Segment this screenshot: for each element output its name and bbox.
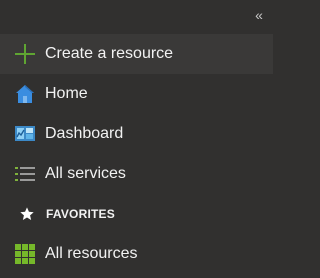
sidebar-item-label: Home	[45, 85, 88, 102]
home-icon	[14, 83, 36, 105]
sidebar: « Create a resource Home Dashboard All s…	[0, 0, 273, 278]
grid-icon	[14, 243, 36, 265]
sidebar-item-label: Create a resource	[45, 45, 174, 62]
sidebar-menu: Create a resource Home Dashboard All ser…	[0, 34, 273, 274]
plus-icon	[14, 43, 36, 65]
sidebar-item-all-services[interactable]: All services	[0, 154, 273, 194]
sidebar-item-label: All resources	[45, 245, 138, 262]
dashboard-icon	[14, 123, 36, 145]
sidebar-item-home[interactable]: Home	[0, 74, 273, 114]
sidebar-item-label: Dashboard	[45, 125, 124, 142]
favorites-label: FAVORITES	[46, 207, 115, 221]
sidebar-item-create-resource[interactable]: Create a resource	[0, 34, 273, 74]
list-icon	[14, 163, 36, 185]
star-icon	[18, 205, 36, 223]
sidebar-item-dashboard[interactable]: Dashboard	[0, 114, 273, 154]
collapse-sidebar-button[interactable]: «	[249, 6, 267, 24]
favorites-section-header: FAVORITES	[0, 194, 273, 234]
sidebar-item-label: All services	[45, 165, 126, 182]
sidebar-item-all-resources[interactable]: All resources	[0, 234, 273, 274]
